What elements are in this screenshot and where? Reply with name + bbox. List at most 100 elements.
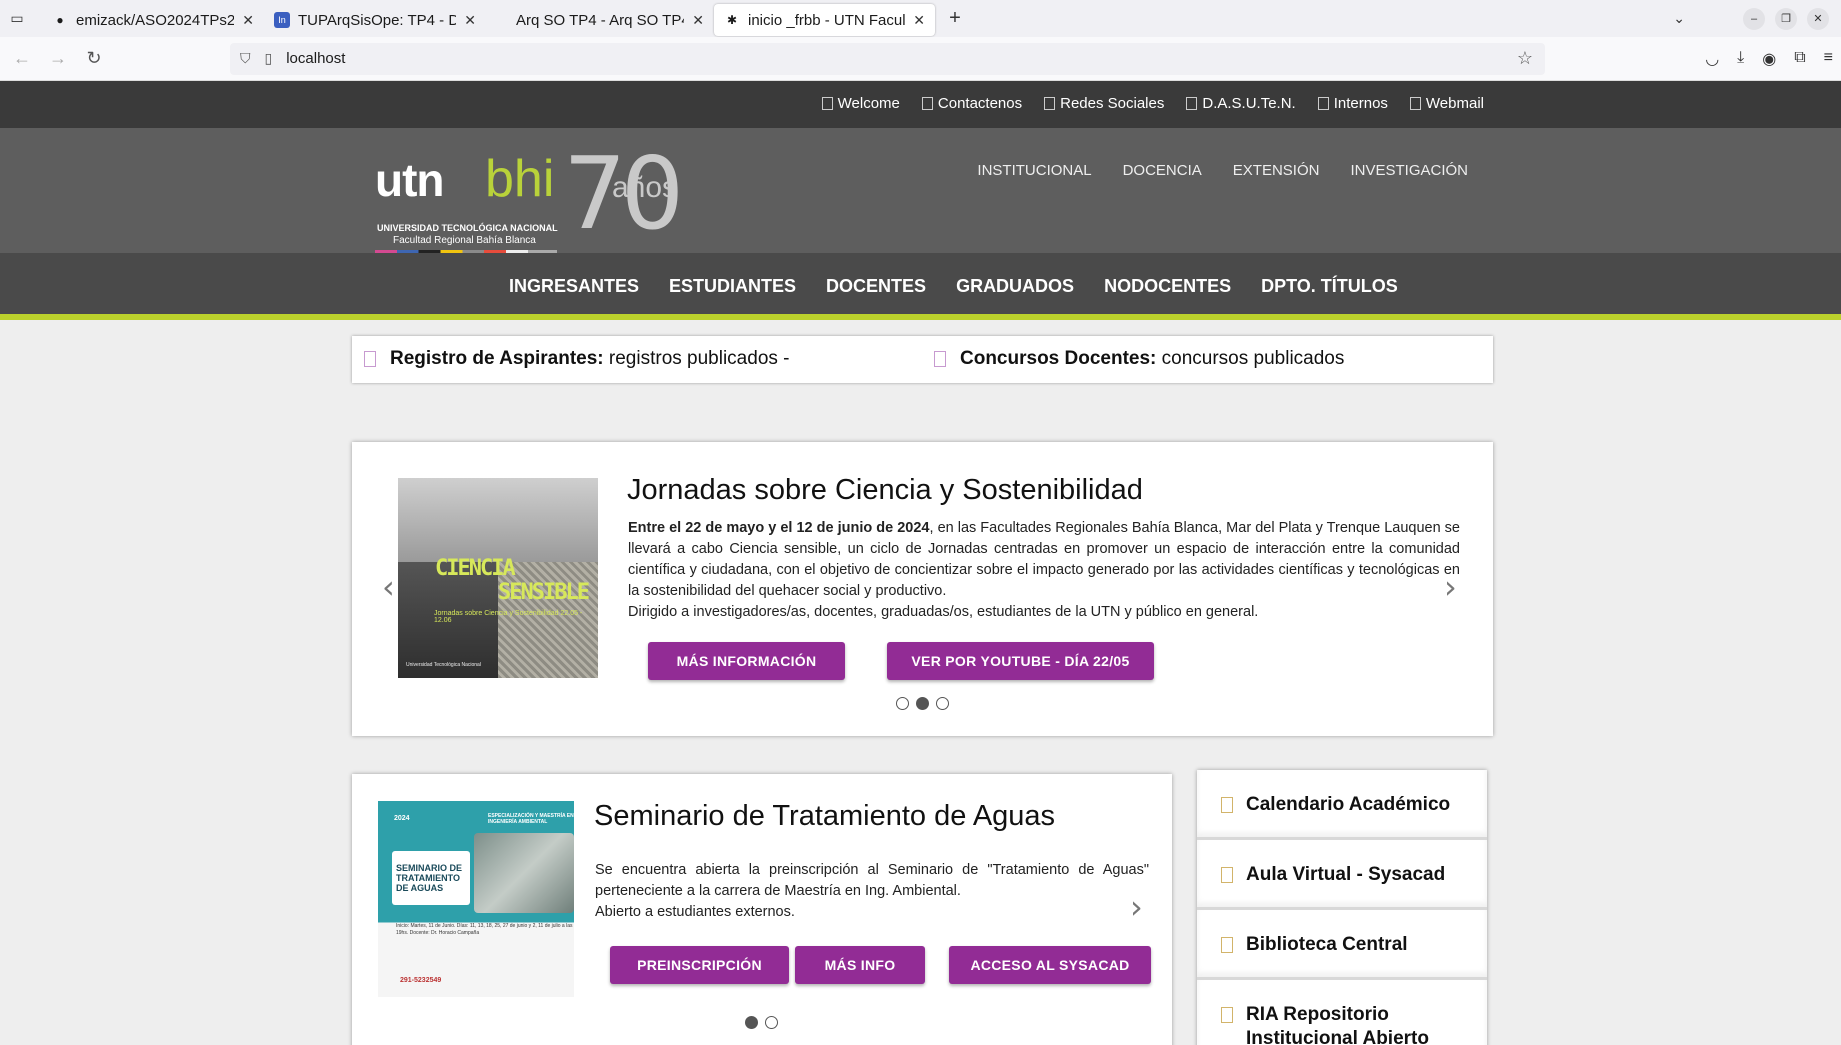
featured-slider: CIENCIA SENSIBLE Jornadas sobre Ciencia …	[352, 442, 1493, 736]
logo-faculty-name: Facultad Regional Bahía Blanca	[393, 235, 536, 246]
missing-glyph-icon	[921, 97, 933, 110]
slider-dots	[896, 697, 949, 710]
menu-docentes[interactable]: DOCENTES	[826, 276, 926, 297]
menu-dpto-titulos[interactable]: DPTO. TÍTULOS	[1261, 276, 1398, 297]
tab-doc[interactable]: In TUPArqSisOpe: TP4 - Doc ✕	[264, 4, 486, 36]
topbar-link-welcome[interactable]: Welcome	[821, 95, 900, 112]
topbar-link-label: Welcome	[837, 95, 900, 112]
slide-body: Entre el 22 de mayo y el 12 de junio de …	[628, 518, 1460, 623]
logo-university-name: UNIVERSIDAD TECNOLÓGICA NACIONAL	[377, 223, 558, 233]
seminar-slider: 2024 ESPECIALIZACIÓN Y MAESTRÍA EN INGEN…	[352, 774, 1172, 1045]
notice-registro-aspirantes[interactable]: Registro de Aspirantes: registros public…	[364, 348, 790, 370]
extensions-icon[interactable]: ⧉	[1794, 49, 1805, 69]
list-all-tabs-icon: ▭	[10, 10, 24, 26]
tab-github[interactable]: ● emizack/ASO2024TPs2 ✕	[42, 4, 264, 36]
slide-body-text: Se encuentra abierta la preinscripción a…	[595, 862, 1149, 899]
pocket-icon[interactable]: ◡	[1705, 49, 1719, 69]
new-tab-button[interactable]: +	[939, 7, 971, 30]
menu-ingresantes[interactable]: INGRESANTES	[509, 276, 639, 297]
menu-institucional[interactable]: INSTITUCIONAL	[977, 162, 1091, 179]
forward-icon[interactable]: →	[40, 48, 76, 69]
secondary-menu: INGRESANTES ESTUDIANTES DOCENTES GRADUAD…	[0, 253, 1841, 320]
acceso-sysacad-button[interactable]: ACCESO AL SYSACAD	[949, 946, 1151, 984]
menu-extension[interactable]: EXTENSIÓN	[1233, 162, 1320, 179]
image-title-2: SENSIBLE	[498, 580, 590, 605]
close-window-button[interactable]: ✕	[1807, 7, 1829, 30]
slider-dot[interactable]	[936, 697, 949, 710]
logo-anos-text: años	[612, 171, 678, 204]
back-icon[interactable]: ←	[4, 48, 40, 69]
topbar-link-webmail[interactable]: Webmail	[1409, 95, 1484, 112]
close-tab-icon[interactable]: ✕	[692, 12, 704, 29]
prev-arrow-icon[interactable]: ‹	[382, 568, 395, 606]
utn-bhi-70-logo[interactable]: utn bhi UNIVERSIDAD TECNOLÓGICA NACIONAL…	[375, 135, 695, 263]
tab-utn[interactable]: ✱ inicio _frbb - UTN Faculta ✕	[714, 4, 935, 36]
close-tab-icon[interactable]: ✕	[464, 12, 476, 29]
image-info: Inicio: Martes, 11 de Junio. Días: 11, 1…	[396, 923, 573, 936]
menu-investigacion[interactable]: INVESTIGACIÓN	[1350, 162, 1468, 179]
chevron-down-icon[interactable]: ⌄	[1673, 10, 1685, 27]
ver-youtube-button[interactable]: VER POR YOUTUBE - DÍA 22/05	[887, 642, 1154, 680]
reload-icon[interactable]: ↻	[76, 48, 112, 69]
site-topbar: Welcome Contactenos Redes Sociales D.A.S…	[0, 81, 1841, 128]
mas-info-button[interactable]: MÁS INFO	[795, 946, 925, 984]
quick-links-sidebar: Calendario Académico Aula Virtual - Sysa…	[1197, 770, 1487, 1045]
missing-glyph-icon	[1221, 867, 1233, 883]
preinscripcion-button[interactable]: PREINSCRIPCIÓN	[610, 946, 789, 984]
url-bar[interactable]: ⛉ ▯ localhost ☆	[230, 42, 1545, 75]
main-menu: INSTITUCIONAL DOCENCIA EXTENSIÓN INVESTI…	[977, 162, 1468, 179]
close-tab-icon[interactable]: ✕	[242, 12, 254, 29]
menu-graduados[interactable]: GRADUADOS	[956, 276, 1074, 297]
url-text[interactable]: localhost	[286, 50, 345, 67]
slider-dot-active[interactable]	[916, 697, 929, 710]
topbar-link-internos[interactable]: Internos	[1317, 95, 1388, 112]
missing-glyph-icon	[934, 351, 946, 367]
missing-glyph-icon	[1221, 797, 1233, 813]
menu-estudiantes[interactable]: ESTUDIANTES	[669, 276, 796, 297]
notice-title: Registro de Aspirantes:	[390, 348, 604, 369]
image-title-1: CIENCIA	[435, 556, 516, 581]
sidebar-item-aula-virtual[interactable]: Aula Virtual - Sysacad	[1197, 840, 1487, 910]
restore-button[interactable]: ❐	[1775, 7, 1797, 30]
toolbar-icons: ◡ ⤓ ◉ ⧉ ≡	[1705, 49, 1833, 69]
missing-glyph-icon	[1044, 97, 1056, 110]
missing-glyph-icon	[1221, 1007, 1233, 1023]
topbar-link-dasuten[interactable]: D.A.S.U.Te.N.	[1186, 95, 1296, 112]
sidebar-item-biblioteca[interactable]: Biblioteca Central	[1197, 910, 1487, 980]
download-icon[interactable]: ⤓	[1737, 49, 1744, 69]
close-tab-icon[interactable]: ✕	[913, 12, 925, 29]
minimize-button[interactable]: –	[1743, 7, 1765, 30]
menu-icon[interactable]: ≡	[1824, 49, 1833, 69]
tab-pdf[interactable]: Arq SO TP4 - Arq SO TP4.pdf ✕	[486, 4, 714, 36]
notice-text: registros publicados -	[603, 348, 790, 369]
slider-dot[interactable]	[765, 1016, 778, 1029]
topbar-link-redes-sociales[interactable]: Redes Sociales	[1044, 95, 1164, 112]
sidebar-item-ria[interactable]: RIA Repositorio Institucional Abierto	[1197, 980, 1487, 1045]
image-year: 2024	[394, 815, 410, 822]
notice-concursos-docentes[interactable]: Concursos Docentes: concursos publicados	[934, 348, 1344, 370]
slider-dot[interactable]	[896, 697, 909, 710]
next-arrow-icon[interactable]: ›	[1444, 568, 1457, 606]
slide-body-text-2: Dirigido a investigadores/as, docentes, …	[628, 604, 1259, 620]
menu-nodocentes[interactable]: NODOCENTES	[1104, 276, 1231, 297]
sidebar-item-label: Biblioteca Central	[1246, 934, 1408, 955]
slide-lead: Entre el 22 de mayo y el 12 de junio de …	[628, 520, 930, 536]
topbar-link-label: Redes Sociales	[1060, 95, 1165, 112]
sidebar-item-calendario[interactable]: Calendario Académico	[1197, 770, 1487, 840]
image-caption: Jornadas sobre Ciencia y Sostenibilidad …	[434, 610, 583, 624]
topbar-link-contactenos[interactable]: Contactenos	[921, 95, 1022, 112]
slider-dot-active[interactable]	[745, 1016, 758, 1029]
bookmark-star-icon[interactable]: ☆	[1517, 48, 1533, 69]
window-controls: ⌄ – ❐ ✕	[1673, 7, 1841, 30]
browser-nav-bar: ← → ↻ ⛉ ▯ localhost ☆ ◡ ⤓ ◉ ⧉ ≡	[0, 37, 1841, 81]
page-icon: ▯	[264, 50, 273, 66]
tab-list-button[interactable]: ▭	[0, 0, 34, 37]
account-icon[interactable]: ◉	[1762, 49, 1776, 69]
menu-docencia[interactable]: DOCENCIA	[1123, 162, 1202, 179]
notice-bar: Registro de Aspirantes: registros public…	[352, 336, 1493, 383]
sidebar-item-label: Aula Virtual - Sysacad	[1246, 864, 1446, 885]
mas-informacion-button[interactable]: MÁS INFORMACIÓN	[648, 642, 845, 680]
tab-title: Arq SO TP4 - Arq SO TP4.pdf	[516, 11, 684, 29]
shield-icon[interactable]: ⛉	[240, 50, 251, 67]
next-arrow-icon[interactable]: ›	[1130, 888, 1143, 926]
